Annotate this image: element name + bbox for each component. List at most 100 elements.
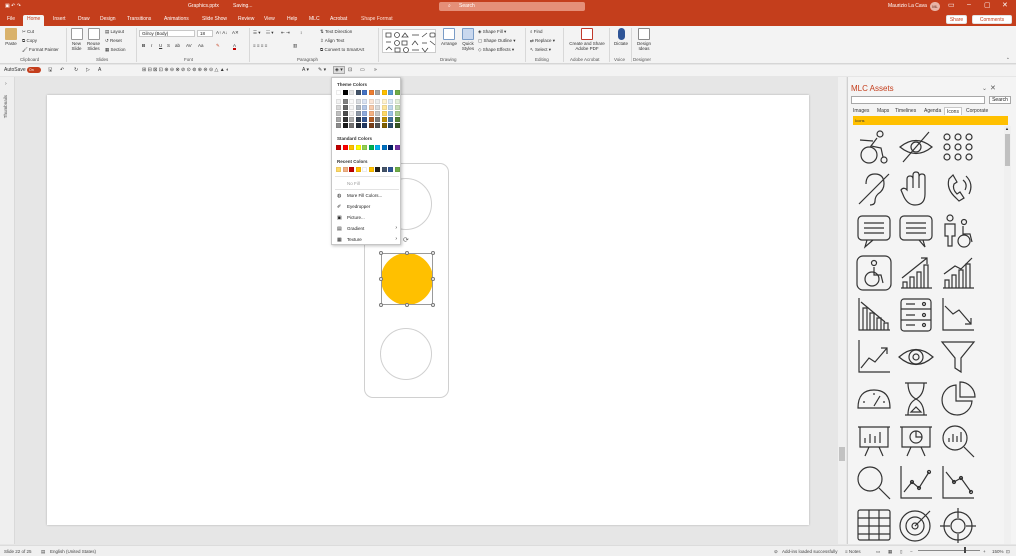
recent-color-swatch[interactable]: [394, 167, 400, 172]
tab-insert[interactable]: Insert: [53, 16, 66, 22]
theme-color-shade-swatch[interactable]: [381, 105, 387, 110]
fit-slide-icon[interactable]: ⊡: [1006, 549, 1010, 555]
text-direction-button[interactable]: ⇅ Text Direction: [320, 29, 352, 35]
standard-color-swatch[interactable]: [388, 145, 393, 150]
pane-search-input[interactable]: [851, 96, 985, 104]
theme-color-shade-swatch[interactable]: [349, 111, 354, 116]
tab-animations[interactable]: Animations: [164, 16, 189, 22]
braille-icon[interactable]: [939, 128, 977, 166]
theme-color-shade-swatch[interactable]: [336, 99, 341, 104]
collapse-ribbon-icon[interactable]: ⌃: [1006, 57, 1010, 63]
target-icon[interactable]: [897, 506, 935, 544]
crosshair-icon[interactable]: [939, 506, 977, 544]
reading-view-icon[interactable]: ▯: [900, 549, 902, 555]
theme-color-swatch[interactable]: [336, 90, 341, 95]
share-button[interactable]: Share: [946, 15, 967, 24]
convert-smartart-button[interactable]: ⧉ Convert to SmartArt: [320, 47, 364, 52]
undo-icon[interactable]: ↶: [60, 67, 64, 73]
theme-color-shade-swatch[interactable]: [381, 117, 387, 122]
theme-color-shade-swatch[interactable]: [368, 105, 374, 110]
pane-tab-agenda[interactable]: Agenda: [922, 107, 943, 115]
recent-color-swatch[interactable]: [368, 167, 374, 172]
text-box-icon[interactable]: A: [98, 67, 101, 73]
theme-color-shade-swatch[interactable]: [362, 99, 367, 104]
bar-chart-decline-icon[interactable]: [855, 296, 893, 334]
slide-scrollbar[interactable]: [838, 77, 846, 544]
paste-button[interactable]: Paste: [3, 28, 19, 46]
theme-color-shade-swatch[interactable]: [394, 123, 400, 128]
theme-color-swatch[interactable]: [394, 90, 400, 95]
scatter-chart-icon[interactable]: [897, 464, 935, 502]
tab-review[interactable]: Review: [238, 16, 254, 22]
replace-button[interactable]: ⇄ Replace ▾: [530, 38, 555, 44]
text-fill-icon[interactable]: A ▾: [302, 67, 309, 73]
theme-color-shade-swatch[interactable]: [342, 123, 348, 128]
chat-bubble-icon[interactable]: [855, 212, 893, 250]
theme-color-swatch[interactable]: [375, 90, 380, 95]
format-painter-button[interactable]: 🖌 Format Painter: [22, 47, 59, 53]
line-chart-decline-icon[interactable]: [939, 296, 977, 334]
theme-color-shade-swatch[interactable]: [375, 117, 380, 122]
theme-color-shade-swatch[interactable]: [349, 123, 354, 128]
standard-color-swatch[interactable]: [368, 145, 374, 150]
eye-hidden-icon[interactable]: [897, 128, 935, 166]
standard-color-swatch[interactable]: [362, 145, 367, 150]
recent-color-swatch[interactable]: [349, 167, 354, 172]
tab-file[interactable]: File: [7, 16, 15, 22]
align-text-button[interactable]: ⇳ Align Text: [320, 38, 344, 44]
rotate-handle-icon[interactable]: ⟳: [403, 236, 409, 244]
bar-chart-growth-icon[interactable]: [897, 254, 935, 292]
pane-tab-icons[interactable]: Icons: [944, 107, 962, 115]
ribbon-display-icon[interactable]: ▭: [948, 1, 955, 9]
strikethrough-button[interactable]: ab: [175, 43, 180, 48]
theme-color-shade-swatch[interactable]: [394, 105, 400, 110]
font-size-buttons[interactable]: A↑ A↓: [216, 30, 228, 35]
resize-handle-r[interactable]: [431, 277, 435, 281]
bold-button[interactable]: B: [142, 43, 145, 48]
tab-shape-format[interactable]: Shape Format: [361, 16, 393, 22]
phone-accessibility-icon[interactable]: [939, 170, 977, 208]
theme-color-shade-swatch[interactable]: [375, 99, 380, 104]
zoom-level[interactable]: 150%: [992, 549, 1004, 554]
tab-draw[interactable]: Draw: [78, 16, 90, 22]
message-icon[interactable]: [897, 212, 935, 250]
recent-color-swatch[interactable]: [342, 167, 348, 172]
theme-color-shade-swatch[interactable]: [336, 117, 341, 122]
people-accessibility-icon[interactable]: [939, 212, 977, 250]
line-chart-growth-icon[interactable]: [855, 338, 893, 376]
theme-color-swatch[interactable]: [388, 90, 393, 95]
italic-button[interactable]: I: [151, 43, 152, 48]
autosave-toggle[interactable]: On: [27, 67, 41, 73]
char-spacing-button[interactable]: AV: [186, 43, 192, 48]
recent-color-swatch[interactable]: [388, 167, 393, 172]
redo-icon[interactable]: ↻: [74, 67, 78, 73]
shadow-button[interactable]: S: [167, 43, 170, 48]
columns-icon[interactable]: ▥: [293, 43, 297, 49]
more-icon[interactable]: »: [374, 67, 377, 73]
pane-scrollbar-thumb[interactable]: [1005, 134, 1010, 166]
quick-styles-button[interactable]: Quick Styles: [459, 28, 477, 51]
pane-tab-corporate[interactable]: Corporate: [964, 107, 990, 115]
close-icon[interactable]: ✕: [1002, 1, 1008, 9]
notes-button[interactable]: ≡ Notes: [845, 549, 861, 554]
font-name-field[interactable]: Gilroy (Body): [139, 30, 195, 37]
slide-sorter-icon[interactable]: ▦: [888, 549, 892, 555]
theme-color-shade-swatch[interactable]: [381, 111, 387, 116]
presentation-pie-icon[interactable]: [897, 422, 935, 460]
theme-color-shade-swatch[interactable]: [362, 111, 367, 116]
theme-color-shade-swatch[interactable]: [342, 111, 348, 116]
theme-color-shade-swatch[interactable]: [362, 117, 367, 122]
arrange-button[interactable]: Arrange: [440, 28, 458, 46]
scroll-up-icon[interactable]: ▲: [1005, 126, 1009, 131]
wheelchair-sport-icon[interactable]: [855, 128, 893, 166]
theme-color-shade-swatch[interactable]: [342, 105, 348, 110]
theme-color-shade-swatch[interactable]: [336, 123, 341, 128]
recent-color-swatch[interactable]: [355, 167, 361, 172]
shape-outline-button[interactable]: ▢ Shape Outline ▾: [478, 38, 516, 44]
theme-color-shade-swatch[interactable]: [368, 117, 374, 122]
theme-color-shade-swatch[interactable]: [375, 123, 380, 128]
scatter-decline-icon[interactable]: [939, 464, 977, 502]
start-from-beginning-icon[interactable]: ▷: [86, 67, 90, 73]
standard-color-swatch[interactable]: [381, 145, 387, 150]
traffic-light-bottom-lamp[interactable]: [380, 328, 432, 380]
